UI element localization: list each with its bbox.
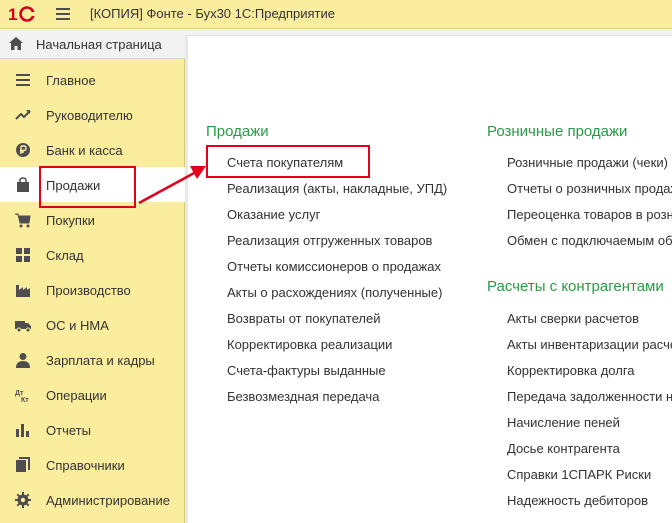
link-sales-adjustment[interactable]: Корректировка реализации <box>227 337 392 352</box>
debit-credit-icon: Дт Кт <box>15 390 29 403</box>
section-title-sales: Продажи <box>206 123 269 140</box>
link-spark-risk-reports[interactable]: Справки 1СПАРК Риски <box>507 467 651 482</box>
link-customer-returns[interactable]: Возвраты от покупателей <box>227 311 381 326</box>
nav-item-label: Справочники <box>46 458 125 473</box>
nav-item-manager[interactable]: Руководителю <box>0 97 185 132</box>
nav-item-label: Покупки <box>46 213 95 228</box>
gear-icon <box>15 492 31 508</box>
nav-item-label: ОС и НМА <box>46 318 109 333</box>
link-gratuitous-transfer[interactable]: Безвозмездная передача <box>227 389 379 404</box>
link-debtor-reliability[interactable]: Надежность дебиторов <box>507 493 648 508</box>
link-debt-transfer[interactable]: Передача задолженности н <box>507 389 672 404</box>
link-retail-reports[interactable]: Отчеты о розничных продаж <box>507 181 672 196</box>
section-title-retail: Розничные продажи <box>487 123 628 140</box>
warehouse-grid-icon <box>16 248 30 262</box>
nav-item-payroll[interactable]: Зарплата и кадры <box>0 342 185 377</box>
shopping-cart-icon <box>15 213 31 228</box>
home-page-link[interactable]: Начальная страница <box>0 29 185 59</box>
nav-item-label: Главное <box>46 73 96 88</box>
nav-item-label: Зарплата и кадры <box>46 353 155 368</box>
nav-item-production[interactable]: Производство <box>0 272 185 307</box>
bar-chart-icon <box>16 424 29 437</box>
link-retail-revaluation[interactable]: Переоценка товаров в розн <box>507 207 672 222</box>
nav-item-label: Операции <box>46 388 107 403</box>
section-title-counterparties: Расчеты с контрагентами <box>487 278 664 295</box>
link-sales-acts[interactable]: Реализация (акты, накладные, УПД) <box>227 181 447 196</box>
nav-item-label: Отчеты <box>46 423 91 438</box>
window-title: [КОПИЯ] Фонте - Бух30 1С:Предприятие <box>90 6 336 21</box>
trend-up-icon <box>15 110 31 120</box>
factory-icon <box>16 285 30 297</box>
nav-item-fixed-assets[interactable]: ОС и НМА <box>0 307 185 342</box>
menu-lines-icon <box>16 74 30 86</box>
nav-item-bank[interactable]: Банк и касса <box>0 132 185 167</box>
home-page-label: Начальная страница <box>36 37 162 52</box>
home-icon <box>9 37 23 50</box>
nav-item-label: Производство <box>46 283 131 298</box>
highlight-box-customer-invoices <box>206 145 370 178</box>
nav-item-label: Банк и касса <box>46 143 123 158</box>
link-issued-vat-invoices[interactable]: Счета-фактуры выданные <box>227 363 386 378</box>
link-counterparty-dossier[interactable]: Досье контрагента <box>507 441 620 456</box>
truck-icon <box>15 321 31 333</box>
main-tab-strip <box>185 29 672 36</box>
link-discrepancy-acts[interactable]: Акты о расхождениях (полученные) <box>227 285 442 300</box>
main-menu-icon[interactable] <box>56 8 70 20</box>
nav-item-warehouse[interactable]: Склад <box>0 237 185 272</box>
nav-item-label: Руководителю <box>46 108 133 123</box>
sections-panel: Начальная страница Главное Руководителю … <box>0 29 185 523</box>
svg-text:1: 1 <box>8 5 17 23</box>
link-debt-adjustment[interactable]: Корректировка долга <box>507 363 635 378</box>
nav-item-operations[interactable]: Дт Кт Операции <box>0 377 185 412</box>
nav-item-administration[interactable]: Администрирование <box>0 482 185 517</box>
link-equipment-exchange[interactable]: Обмен с подключаемым об <box>507 233 672 248</box>
person-icon <box>16 353 30 368</box>
nav-item-main[interactable]: Главное <box>0 62 185 97</box>
title-bar: 1 [КОПИЯ] Фонте - Бух30 1С:Предприятие <box>0 0 672 29</box>
shopping-bag-icon <box>17 177 29 192</box>
link-commission-reports[interactable]: Отчеты комиссионеров о продажах <box>227 259 441 274</box>
link-shipped-goods[interactable]: Реализация отгруженных товаров <box>227 233 432 248</box>
books-icon <box>16 457 30 472</box>
nav-item-reports[interactable]: Отчеты <box>0 412 185 447</box>
link-services[interactable]: Оказание услуг <box>227 207 320 222</box>
link-penalty-accrual[interactable]: Начисление пеней <box>507 415 620 430</box>
nav-item-label: Администрирование <box>46 493 170 508</box>
link-reconciliation-acts[interactable]: Акты сверки расчетов <box>507 311 639 326</box>
ruble-coin-icon <box>16 143 30 157</box>
svg-text:Кт: Кт <box>21 397 29 403</box>
1c-logo-icon[interactable]: 1 <box>8 5 40 23</box>
highlight-box-sales-nav <box>39 166 136 208</box>
svg-text:Дт: Дт <box>15 390 24 397</box>
link-retail-receipts[interactable]: Розничные продажи (чеки) <box>507 155 668 170</box>
nav-item-label: Склад <box>46 248 84 263</box>
nav-item-directories[interactable]: Справочники <box>0 447 185 482</box>
main-frame-border <box>185 36 188 523</box>
link-inventory-acts[interactable]: Акты инвентаризации расче <box>507 337 672 352</box>
